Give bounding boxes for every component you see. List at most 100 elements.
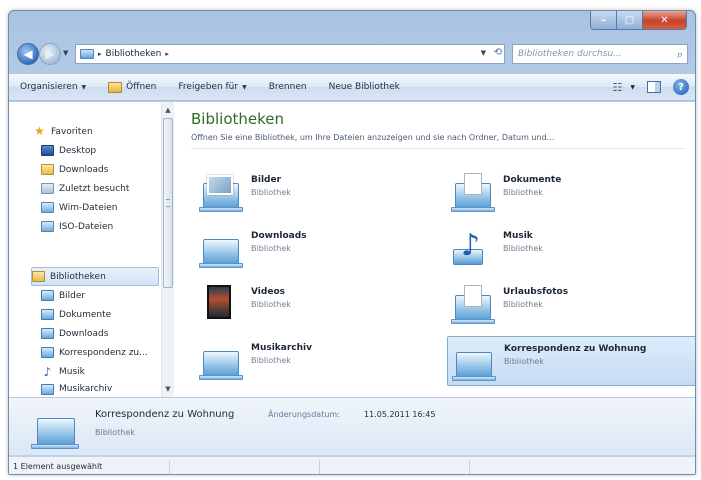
address-dropdown-icon[interactable]: ▼ [481,49,486,57]
downloads-folder-icon [41,164,54,175]
tile-type: Bibliothek [503,188,543,197]
tile-name: Musik [503,231,533,241]
tile-name: Bilder [251,175,282,185]
pictures-library-icon [41,290,54,301]
preview-pane-icon[interactable] [647,81,661,93]
desktop-icon [41,145,54,156]
organize-button[interactable]: Organisieren ▼ [9,76,97,98]
library-tile-downloads[interactable]: Downloads Bibliothek [195,224,445,274]
tile-type: Bibliothek [251,244,291,253]
breadcrumb-separator-icon[interactable]: ▸ [98,50,102,58]
music-note-icon: ♪ [43,365,52,379]
documents-library-icon [451,173,495,213]
explorer-window: – □ ✕ ◀ ▶ ▼ ▸ Bibliotheken ▸ ▼ ⟲ Bibliot… [8,10,696,475]
tile-type: Bibliothek [251,300,291,309]
main-area: ★ Favoriten Desktop Downloads Zuletzt be… [9,102,695,397]
tile-type: Bibliothek [251,188,291,197]
sidebar-item-korrespondenz[interactable]: Korrespondenz zu... [41,343,161,362]
tile-type: Bibliothek [504,357,544,366]
maximize-button[interactable]: □ [617,11,643,30]
sidebar-scrollbar[interactable]: ▲ ▼ [161,102,174,397]
status-bar: 1 Element ausgewählt [9,456,695,474]
content-pane: Bibliotheken Öffnen Sie eine Bibliothek,… [175,102,695,397]
chevron-down-icon: ▼ [242,83,247,91]
sidebar-item-label: Bilder [59,290,86,301]
sidebar-item-downloads[interactable]: Downloads [41,160,161,179]
scrollbar-thumb[interactable] [163,118,173,288]
burn-button[interactable]: Brennen [258,76,318,98]
tile-name: Urlaubsfotos [503,287,569,297]
scroll-up-icon[interactable]: ▲ [162,104,174,116]
search-input[interactable]: Bibliotheken durchsu... ⌕ [512,44,688,64]
open-button[interactable]: Öffnen [97,76,167,98]
command-bar: Organisieren ▼ Öffnen Freigeben für ▼ Br… [9,73,695,101]
details-item-name: Korrespondenz zu Wohnung [95,409,235,420]
sidebar-item-label: Korrespondenz zu... [59,347,148,358]
library-tile-musik[interactable]: ♪ Musik Bibliothek [447,224,695,274]
address-bar[interactable]: ▸ Bibliotheken ▸ ▼ ⟲ [75,44,505,64]
share-button[interactable]: Freigeben für ▼ [167,76,257,98]
status-text: 1 Element ausgewählt [13,462,103,471]
sidebar-item-libraries[interactable]: Bibliotheken [31,267,159,286]
sidebar-item-label: ISO-Dateien [59,221,114,232]
page-title: Bibliotheken [191,110,284,128]
folder-icon [41,202,54,213]
caption-buttons: – □ ✕ [590,11,687,31]
sidebar-item-downloads-lib[interactable]: Downloads [41,324,161,343]
sidebar-item-wim[interactable]: Wim-Dateien [41,198,161,217]
refresh-icon[interactable]: ⟲ [494,47,502,58]
star-icon: ★ [34,124,45,138]
tile-name: Korrespondenz zu Wohnung [504,344,647,354]
library-tile-korrespondenz[interactable]: Korrespondenz zu Wohnung Bibliothek [447,336,695,386]
share-label: Freigeben für [178,82,239,92]
recent-places-icon [41,183,54,194]
tile-name: Dokumente [503,175,562,185]
breadcrumb-bibliotheken[interactable]: Bibliotheken [106,49,162,59]
library-icon [31,408,79,452]
sidebar-item-label: Dokumente [59,309,112,320]
folder-icon [41,221,54,232]
library-tile-bilder[interactable]: Bilder Bibliothek [195,168,445,218]
status-segment [319,459,469,474]
library-tile-urlaubsfotos[interactable]: Urlaubsfotos Bibliothek [447,280,695,330]
library-tile-videos[interactable]: Videos Bibliothek [195,280,445,330]
sidebar-item-desktop[interactable]: Desktop [41,141,161,160]
change-view-icon[interactable]: ☷ [608,80,626,94]
photos-library-icon [451,285,495,325]
library-tile-musikarchiv[interactable]: Musikarchiv Bibliothek [195,336,445,386]
sidebar-item-label: Desktop [59,145,97,156]
music-library-icon: ♪ [451,229,495,269]
breadcrumb-separator-icon[interactable]: ▸ [165,50,169,58]
sidebar-item-musik[interactable]: ♪ Musik [41,362,161,381]
forward-arrow-icon: ▶ [45,47,55,61]
sidebar-item-dokumente[interactable]: Dokumente [41,305,161,324]
back-button[interactable]: ◀ [17,43,39,65]
chevron-down-icon: ▼ [81,83,87,91]
details-date-value[interactable]: 11.05.2011 16:45 [364,410,435,419]
details-item-type: Bibliothek [95,428,135,437]
library-icon [199,341,243,381]
forward-button[interactable]: ▶ [39,43,61,65]
downloads-library-icon [199,229,243,269]
minimize-button[interactable]: – [590,11,617,30]
scroll-down-icon[interactable]: ▼ [162,383,174,395]
downloads-library-icon [41,328,54,339]
close-button[interactable]: ✕ [643,11,687,30]
sidebar-item-label: Musik [59,366,85,377]
sidebar-item-bilder[interactable]: Bilder [41,286,161,305]
new-library-button[interactable]: Neue Bibliothek [318,76,411,98]
sidebar-item-musikarchiv[interactable]: Musikarchiv [41,381,161,397]
help-icon[interactable]: ? [673,79,689,95]
search-icon[interactable]: ⌕ [677,48,683,62]
sidebar-item-iso[interactable]: ISO-Dateien [41,217,161,236]
videos-library-icon [199,285,243,325]
documents-library-icon [41,309,54,320]
libraries-folder-icon [32,271,45,282]
library-tile-dokumente[interactable]: Dokumente Bibliothek [447,168,695,218]
recent-pages-dropdown[interactable]: ▼ [63,49,68,57]
status-segment [469,459,695,474]
sidebar-item-label: Downloads [59,328,109,339]
sidebar-item-recent[interactable]: Zuletzt besucht [41,179,161,198]
tile-type: Bibliothek [503,244,543,253]
views-dropdown-icon[interactable]: ▼ [630,84,635,91]
